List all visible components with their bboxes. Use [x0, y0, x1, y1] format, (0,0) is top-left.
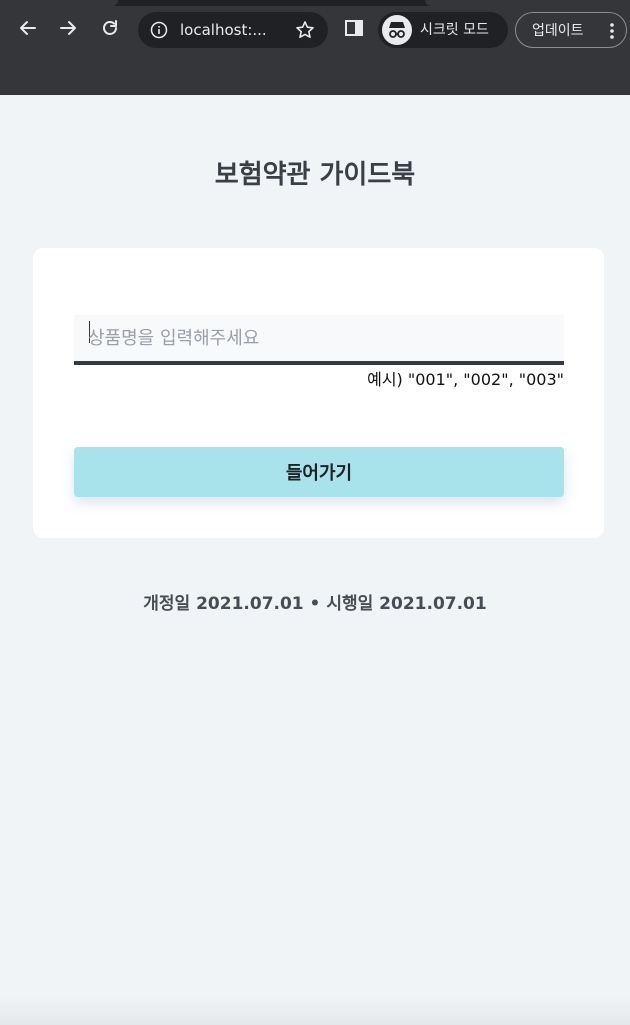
- revision-dates: 개정일 2021.07.01 • 시행일 2021.07.01: [143, 594, 487, 614]
- side-panel-icon[interactable]: [342, 16, 366, 40]
- reload-button[interactable]: [94, 12, 126, 44]
- tab-edge-right: [425, 0, 630, 6]
- address-bar[interactable]: localhost:...: [138, 12, 328, 48]
- update-label: 업데이트: [532, 23, 584, 39]
- product-name-input[interactable]: [74, 315, 564, 361]
- enter-button[interactable]: 들어가기: [74, 447, 564, 497]
- arrow-right-icon: [60, 21, 76, 35]
- info-icon[interactable]: [150, 21, 168, 39]
- more-vert-icon[interactable]: [604, 21, 620, 41]
- input-example-hint: 예시) "001", "002", "003": [367, 370, 564, 389]
- url-text[interactable]: localhost:...: [180, 21, 267, 39]
- back-button[interactable]: [12, 12, 44, 44]
- incognito-label: 시크릿 모드: [420, 22, 489, 38]
- arrow-left-icon: [20, 21, 36, 35]
- tab-edge-left: [0, 0, 118, 6]
- page-title: 보험약관 가이드북: [214, 160, 416, 190]
- search-card: 예시) "001", "002", "003" 들어가기: [33, 248, 604, 538]
- bottom-edge: [0, 995, 630, 1025]
- browser-toolbar: localhost:... 시크릿 모드 업데이트: [0, 0, 630, 95]
- star-icon[interactable]: [295, 20, 315, 40]
- incognito-indicator[interactable]: 시크릿 모드: [378, 12, 508, 48]
- tab-strip: [0, 0, 630, 6]
- incognito-icon: [382, 15, 412, 45]
- search-field[interactable]: [74, 315, 564, 365]
- toolbar-row: localhost:... 시크릿 모드 업데이트: [0, 8, 630, 52]
- forward-button[interactable]: [52, 12, 84, 44]
- reload-icon: [103, 20, 117, 35]
- update-button[interactable]: 업데이트: [515, 12, 627, 48]
